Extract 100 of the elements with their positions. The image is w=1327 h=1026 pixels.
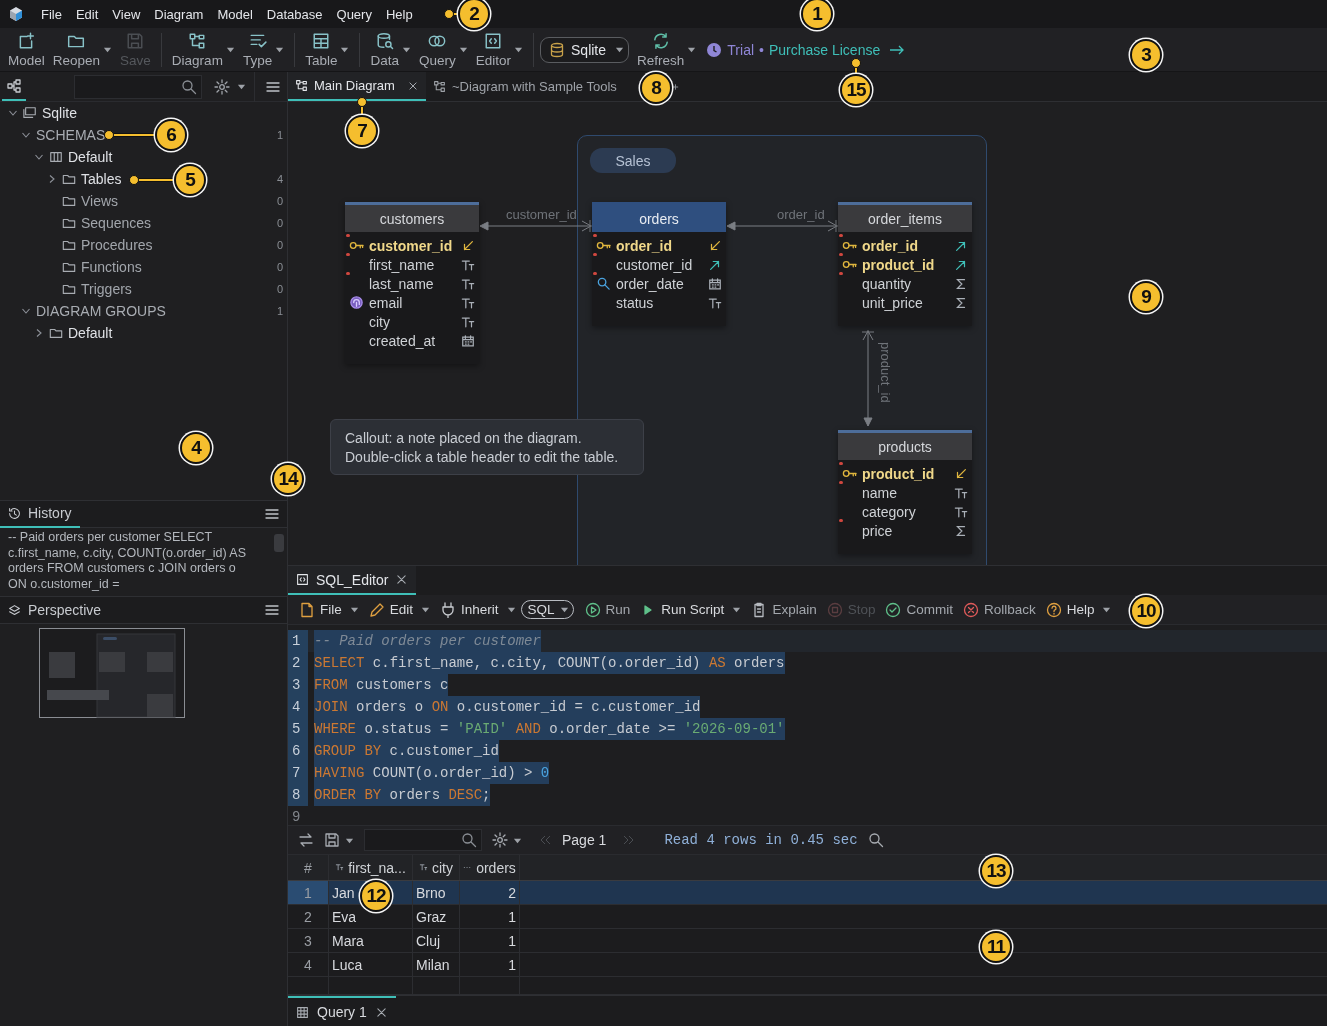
callout-note[interactable]: Callout: a note placed on the diagram. Double-click a table header to edit the table. [330,419,644,475]
folder-icon [62,194,76,208]
column-name: email [369,294,404,311]
scrollbar[interactable] [274,534,284,552]
menu-item[interactable]: Database [259,6,330,22]
table-cell: 1 [460,929,520,952]
column-name: product_id [862,256,936,273]
editor-toolbar-button[interactable]: Inherit [435,601,521,618]
column-header[interactable]: # [288,855,329,880]
editor-icon [484,31,503,50]
menu-item[interactable]: View [105,6,148,22]
relation-line[interactable] [860,330,876,428]
editor-tab[interactable]: SQL_Editor [288,566,417,595]
result-tab[interactable]: Query 1 [288,996,396,1026]
table-header[interactable]: orders [592,202,726,232]
table-header[interactable]: customers [345,202,479,232]
menu-item[interactable]: Query [329,6,379,22]
history-entry[interactable]: -- Paid orders per customer SELECT c.first_name, c.city, COUNT(o.order_id) AS orders FROM customers c JOIN orders o ON o.customer_id = [0,528,271,596]
row-number[interactable]: 4 [288,953,329,976]
chevron-down-icon[interactable] [21,306,31,316]
toolbar-button[interactable]: Query [414,28,472,71]
gear-icon [214,78,231,95]
annotation-badge: 9 [1130,281,1162,313]
tree-item[interactable]: Triggers [81,281,132,297]
pencil-icon [368,601,385,618]
relation-label: order_id [777,207,825,222]
commit-icon [885,601,902,618]
refresh-button[interactable]: Refresh [633,28,701,71]
editor-toolbar-button[interactable]: File [294,601,364,618]
column-header[interactable]: city [413,855,460,880]
stop-icon [826,601,843,618]
table-cell: Luca [329,953,413,976]
purchase-license-link[interactable]: Purchase License [768,41,881,58]
toolbar-button[interactable]: Data [366,28,415,71]
entity-table[interactable]: customers customer_id first_name last_name email city created_at [345,202,479,364]
model-icon [17,31,36,50]
tree-item[interactable]: Sqlite [42,105,78,121]
filter-field[interactable] [364,829,482,851]
editor-toolbar-button[interactable]: Run Script [635,601,747,618]
menu-item[interactable]: File [34,6,69,22]
table-header[interactable]: products [838,430,972,460]
toolbar-button[interactable]: Diagram [167,28,239,71]
annotation-badge: 14 [272,463,304,495]
folder-icon [62,238,76,252]
column-header[interactable]: orders [460,855,520,880]
tree-item[interactable]: Default [68,325,113,341]
editor-toolbar-button[interactable]: Edit [363,601,436,618]
row-number[interactable]: 3 [288,929,329,952]
menu-item[interactable]: Diagram [147,6,211,22]
editor-toolbar-button[interactable]: Rollback [957,601,1041,618]
entity-table[interactable]: orders order_id customer_id order_date status [592,202,726,326]
column-name: order_id [616,237,673,254]
tree-item[interactable]: Default [68,149,113,165]
chevron-right-icon[interactable] [47,174,57,184]
caret-icon [237,82,247,91]
refresh-icon [651,31,670,50]
chevron-down-icon[interactable] [8,108,18,118]
chevron-down-icon[interactable] [21,130,31,140]
tree-item[interactable]: SCHEMAS [36,127,106,143]
tree-item[interactable]: Tables [81,171,122,187]
diagram-overview-drawing[interactable] [38,628,185,718]
editor-toolbar-button[interactable]: Run [579,601,636,618]
app-logo-icon [8,6,24,22]
toolbar-button[interactable]: Type [238,28,289,71]
editor-toolbar-button[interactable]: Explain [746,601,822,618]
entity-table[interactable]: order_items order_id product_id quantity unit_price [838,202,972,326]
group-label[interactable]: Sales [590,148,676,173]
annotation-badge: 3 [1130,39,1162,71]
connection-selector[interactable]: Sqlite [540,36,630,63]
save-icon [324,832,340,848]
toolbar-button[interactable]: Editor [471,28,527,71]
tree-item[interactable]: Sequences [81,215,152,231]
rollback-icon [962,601,979,618]
menu-item[interactable]: Help [378,6,420,22]
editor-toolbar-button[interactable]: Commit [880,601,958,618]
relation-label: product_id [878,342,893,403]
diagram-tab[interactable]: Main Diagram [288,72,426,101]
chevron-right-icon[interactable] [34,328,44,338]
column-name: unit_price [862,294,924,311]
search-field[interactable] [74,74,203,99]
editor-toolbar-button[interactable]: Help [1040,601,1117,618]
table-cell: 1 [460,905,520,928]
toolbar-button[interactable]: Table [301,28,354,71]
tree-item[interactable]: Procedures [81,237,153,253]
search-icon [181,78,198,95]
table-header[interactable]: order_items [838,202,972,232]
menu-item[interactable]: Edit [68,6,106,22]
menu-item[interactable]: Model [210,6,260,22]
tree-item[interactable]: DIAGRAM GROUPS [36,303,166,319]
tree-item[interactable]: Functions [81,259,142,275]
toolbar-button[interactable]: Reopen [48,28,117,71]
entity-table[interactable]: products product_id name category price [838,430,972,554]
chevron-down-icon[interactable] [34,152,44,162]
row-number[interactable]: 2 [288,905,329,928]
toolbar-button[interactable]: Model [4,28,49,71]
tree-item[interactable]: Views [81,193,119,209]
diagram-tab[interactable]: ~Diagram with Sample Tools [425,72,624,101]
table-cell: 2 [460,881,520,904]
column-name: quantity [862,275,913,292]
perspective-tab[interactable]: Perspective [0,596,110,624]
